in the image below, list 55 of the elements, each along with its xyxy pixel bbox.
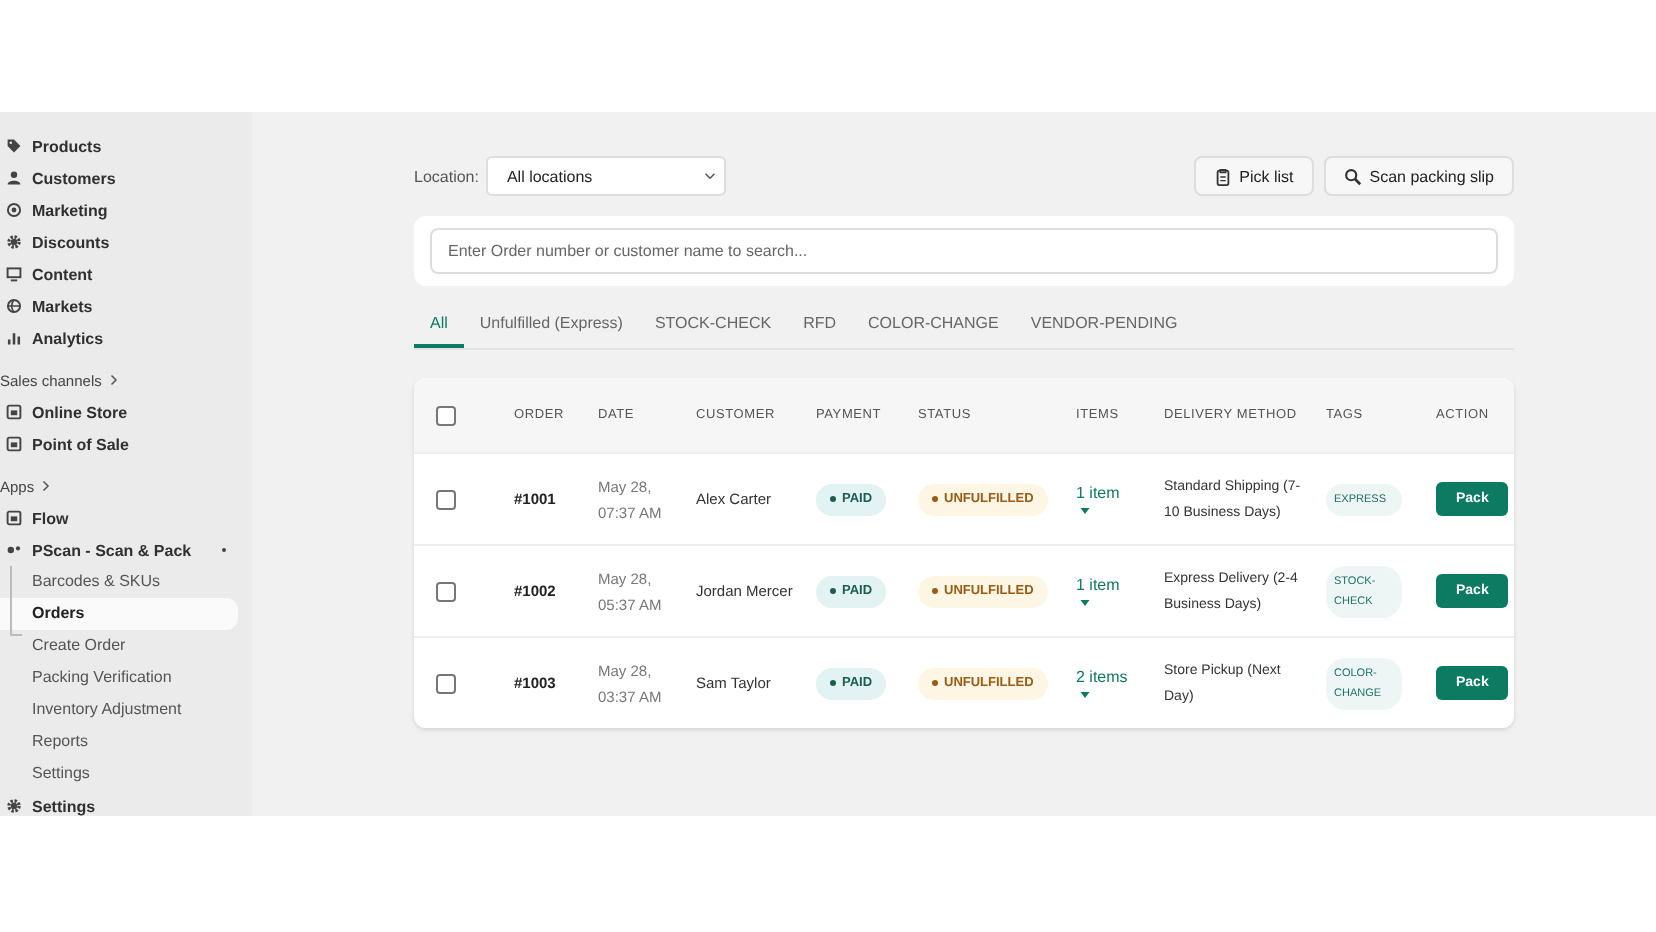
nav-item[interactable]: Customers bbox=[32, 169, 116, 187]
search-icon bbox=[1343, 167, 1362, 185]
bar-chart-icon bbox=[6, 330, 22, 346]
clipboard-icon bbox=[1213, 167, 1232, 185]
person-icon bbox=[6, 170, 22, 186]
nav-item[interactable]: Content bbox=[32, 265, 93, 283]
storefront-icon bbox=[6, 510, 22, 526]
globe-icon bbox=[6, 298, 22, 314]
row-checkbox[interactable] bbox=[436, 489, 456, 509]
caret-icon bbox=[704, 172, 717, 180]
toolbar-button[interactable]: Pick list bbox=[1193, 156, 1314, 196]
chevron-icon bbox=[107, 374, 118, 386]
nav-subitem[interactable]: Create Order bbox=[0, 630, 206, 662]
target-icon bbox=[6, 202, 22, 218]
nav-subitem[interactable]: Orders bbox=[0, 598, 238, 630]
nav-subitem[interactable]: Inventory Adjustment bbox=[0, 694, 206, 726]
nav-item[interactable]: Analytics bbox=[32, 329, 104, 347]
caret-icon[interactable] bbox=[1080, 692, 1090, 698]
nav-subitem[interactable]: Settings bbox=[0, 758, 206, 790]
items-link[interactable]: 2 items bbox=[1076, 668, 1128, 686]
filter-tab[interactable]: All bbox=[414, 300, 464, 348]
nav-subitem[interactable]: Reports bbox=[0, 726, 206, 758]
select-all-checkbox[interactable] bbox=[436, 405, 456, 425]
filter-tab[interactable]: RFD bbox=[787, 300, 853, 348]
location-select[interactable]: All locations bbox=[486, 156, 727, 196]
row-checkbox[interactable] bbox=[436, 673, 456, 693]
nav-item[interactable]: Flow bbox=[32, 509, 69, 527]
nav-subitem[interactable]: Packing Verification bbox=[0, 662, 206, 694]
gear-icon bbox=[6, 234, 22, 250]
nav-item[interactable]: Settings bbox=[32, 797, 96, 815]
tag-icon bbox=[6, 138, 22, 154]
nav-item[interactable]: Discounts bbox=[32, 233, 110, 251]
nav-item[interactable]: Markets bbox=[32, 297, 93, 315]
items-link[interactable]: 1 item bbox=[1076, 576, 1120, 594]
nav-subitem[interactable]: Barcodes & SKUs bbox=[0, 566, 206, 598]
location-label: Location: bbox=[414, 167, 479, 185]
nav-item[interactable]: Point of Sale bbox=[32, 435, 129, 453]
items-link[interactable]: 1 item bbox=[1076, 484, 1120, 502]
caret-icon[interactable] bbox=[1080, 600, 1090, 606]
filter-tab[interactable]: STOCK-CHECK bbox=[638, 300, 788, 348]
filter-tab[interactable]: Unfulfilled (Express) bbox=[463, 300, 639, 348]
nav-item[interactable]: PScan - Scan & Pack bbox=[32, 541, 192, 559]
app-icon bbox=[6, 542, 22, 558]
filter-tab[interactable]: COLOR-CHANGE bbox=[852, 300, 1015, 348]
toolbar-button[interactable]: Scan packing slip bbox=[1323, 156, 1514, 196]
chevron-icon bbox=[40, 480, 51, 492]
nav-item[interactable]: Online Store bbox=[32, 403, 128, 421]
search-field[interactable]: Enter Order number or customer name to search... bbox=[430, 228, 1498, 274]
nav-item[interactable]: Products bbox=[32, 137, 102, 155]
caret-icon[interactable] bbox=[1080, 508, 1090, 514]
nav-item[interactable]: Marketing bbox=[32, 201, 108, 219]
filter-tab[interactable]: VENDOR-PENDING bbox=[1014, 300, 1194, 348]
gear-icon bbox=[6, 798, 22, 814]
monitor-icon bbox=[6, 266, 22, 282]
row-checkbox[interactable] bbox=[436, 581, 456, 601]
